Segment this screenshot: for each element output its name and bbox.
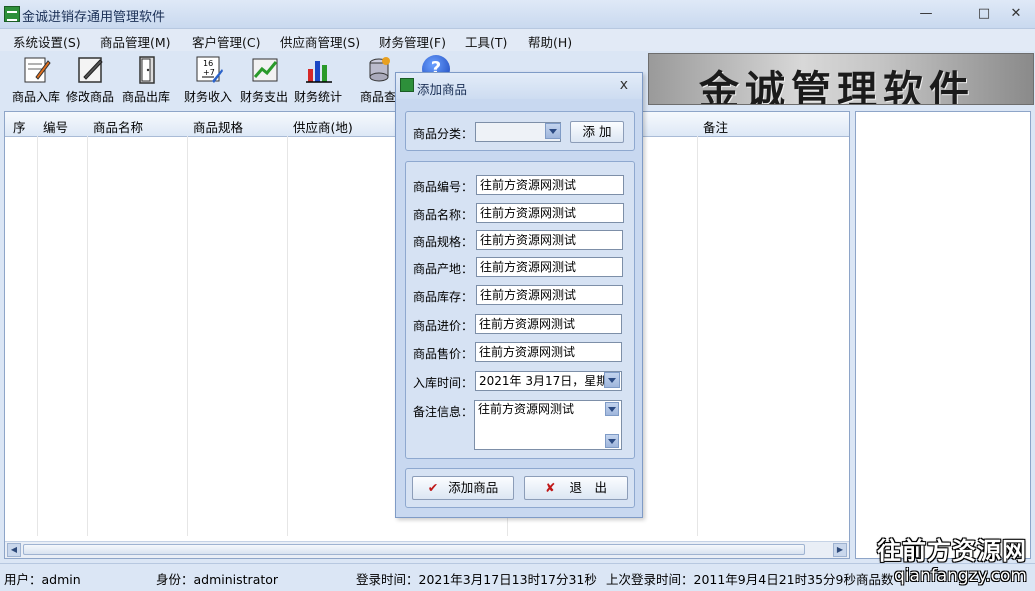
menu-help[interactable]: 帮助(H): [528, 32, 572, 51]
watermark: 往前方资源网 qianfangzy.com: [877, 531, 1027, 586]
field-label: 商品产地：: [413, 262, 474, 276]
field-label: 商品规格：: [413, 235, 474, 249]
field-label: 商品库存：: [413, 290, 474, 304]
close-button[interactable]: ✕: [1002, 4, 1030, 24]
help-icon[interactable]: ?: [420, 53, 452, 73]
column-header-supplier[interactable]: 供应商(地): [293, 117, 353, 136]
exit-icon: ✘: [545, 480, 556, 495]
dialog-app-icon: [400, 78, 414, 92]
status-login-time: 登录时间：2021年3月17日13时17分31秒: [356, 572, 597, 587]
column-header-index[interactable]: 序: [13, 117, 26, 136]
edit-product-icon: [78, 57, 103, 83]
stock-out-icon: [139, 56, 155, 84]
category-label: 商品分类：: [413, 127, 474, 141]
watermark-line1: 往前方资源网: [877, 537, 1027, 565]
column-header-name[interactable]: 商品名称: [93, 117, 143, 136]
side-panel: [855, 111, 1031, 559]
product-cost-input[interactable]: 往前方资源网测试: [475, 314, 622, 334]
product-spec-input[interactable]: 往前方资源网测试: [476, 230, 623, 250]
horizontal-scrollbar[interactable]: ◀ ▶: [5, 541, 849, 558]
menu-finance-management[interactable]: 财务管理(F): [379, 32, 446, 51]
scroll-down-icon[interactable]: [605, 434, 619, 448]
product-origin-input[interactable]: 往前方资源网测试: [476, 257, 623, 277]
add-category-button[interactable]: 添 加: [570, 121, 624, 143]
menu-bar: 系统设置(S) 商品管理(M) 客户管理(C) 供应商管理(S) 财务管理(F)…: [0, 29, 1035, 51]
app-icon: [4, 6, 20, 22]
scroll-right-icon[interactable]: ▶: [833, 543, 847, 557]
field-label: 商品编号：: [413, 180, 474, 194]
checkmark-icon: ✔: [427, 480, 439, 495]
dialog-title-bar: 添加商品 x: [396, 73, 642, 99]
product-fields-group: 商品编号： 往前方资源网测试 商品名称： 往前方资源网测试 商品规格： 往前方资…: [405, 161, 635, 459]
exit-label: 退 出: [569, 480, 607, 495]
tool-edit-product[interactable]: 修改商品: [62, 53, 118, 105]
banner-text: 金诚管理软件: [699, 67, 975, 105]
add-product-button[interactable]: ✔ 添加商品: [412, 476, 514, 500]
product-name-input[interactable]: 往前方资源网测试: [476, 203, 624, 223]
status-last-login: 上次登录时间：2011年9月4日21时35分9秒: [606, 572, 856, 587]
status-user: 用户：admin: [4, 572, 81, 587]
exit-button[interactable]: ✘ 退 出: [524, 476, 628, 500]
maximize-button[interactable]: □: [970, 4, 998, 24]
field-label: 商品进价：: [413, 319, 474, 333]
product-stock-input[interactable]: 往前方资源网测试: [476, 285, 623, 305]
tool-label: 财务统计: [293, 90, 342, 104]
watermark-line2: qianfangzy.com: [894, 566, 1027, 586]
menu-supplier-management[interactable]: 供应商管理(S): [280, 32, 360, 51]
product-price-input[interactable]: 往前方资源网测试: [475, 342, 622, 362]
add-product-dialog: 添加商品 x 商品分类： 添 加 商品编号： 往前方资源网测试 商品名称： 往前…: [395, 72, 643, 518]
brand-banner: 金诚管理软件: [648, 53, 1034, 105]
column-divider: [697, 136, 698, 536]
scrollbar-thumb[interactable]: [23, 544, 805, 555]
column-divider: [87, 136, 88, 536]
svg-text:+7: +7: [203, 68, 215, 77]
window-title: 金诚进销存通用管理软件: [22, 10, 166, 25]
tool-label: 商品出库: [121, 90, 170, 104]
tool-finance-stats[interactable]: 财务统计: [290, 53, 346, 105]
product-code-input[interactable]: 往前方资源网测试: [476, 175, 624, 195]
field-label: 商品名称：: [413, 208, 474, 222]
date-label: 入库时间：: [413, 376, 474, 390]
title-bar: 金诚进销存通用管理软件 — □ ✕: [0, 0, 1035, 29]
scroll-up-icon[interactable]: [605, 402, 619, 416]
column-divider: [37, 136, 38, 536]
field-label: 商品售价：: [413, 347, 474, 361]
stock-in-icon: [24, 57, 51, 83]
stock-in-date-picker[interactable]: 2021年 3月17日，星期: [475, 371, 622, 391]
column-header-note[interactable]: 备注: [703, 117, 728, 136]
menu-system-settings[interactable]: 系统设置(S): [13, 32, 81, 51]
category-group: 商品分类： 添 加: [405, 111, 635, 151]
dialog-close-icon[interactable]: x: [620, 77, 628, 93]
menu-customer-management[interactable]: 客户管理(C): [192, 32, 260, 51]
note-textarea[interactable]: 往前方资源网测试: [474, 400, 622, 450]
tool-finance-income[interactable]: 16 +7 财务收入: [180, 53, 236, 105]
status-role: 身份：administrator: [156, 572, 279, 587]
add-product-label: 添加商品: [448, 480, 499, 495]
finance-stats-icon: [306, 61, 332, 83]
dialog-actions-group: ✔ 添加商品 ✘ 退 出: [405, 468, 635, 508]
note-label: 备注信息：: [413, 405, 474, 419]
chevron-down-icon[interactable]: [545, 123, 561, 139]
column-divider: [187, 136, 188, 536]
minimize-button[interactable]: —: [912, 4, 940, 24]
column-header-spec[interactable]: 商品规格: [193, 117, 243, 136]
finance-expense-icon: [252, 58, 278, 82]
column-divider: [287, 136, 288, 536]
svg-text:16: 16: [203, 59, 213, 68]
column-header-code[interactable]: 编号: [43, 117, 68, 136]
menu-product-management[interactable]: 商品管理(M): [100, 32, 171, 51]
scroll-left-icon[interactable]: ◀: [7, 543, 21, 557]
calendar-dropdown-icon[interactable]: [604, 372, 620, 388]
dialog-title: 添加商品: [417, 82, 468, 97]
finance-income-icon: 16+7: [196, 56, 223, 83]
menu-tools[interactable]: 工具(T): [465, 32, 507, 51]
tool-stock-out[interactable]: 商品出库: [118, 53, 174, 105]
product-query-icon: [369, 57, 390, 82]
